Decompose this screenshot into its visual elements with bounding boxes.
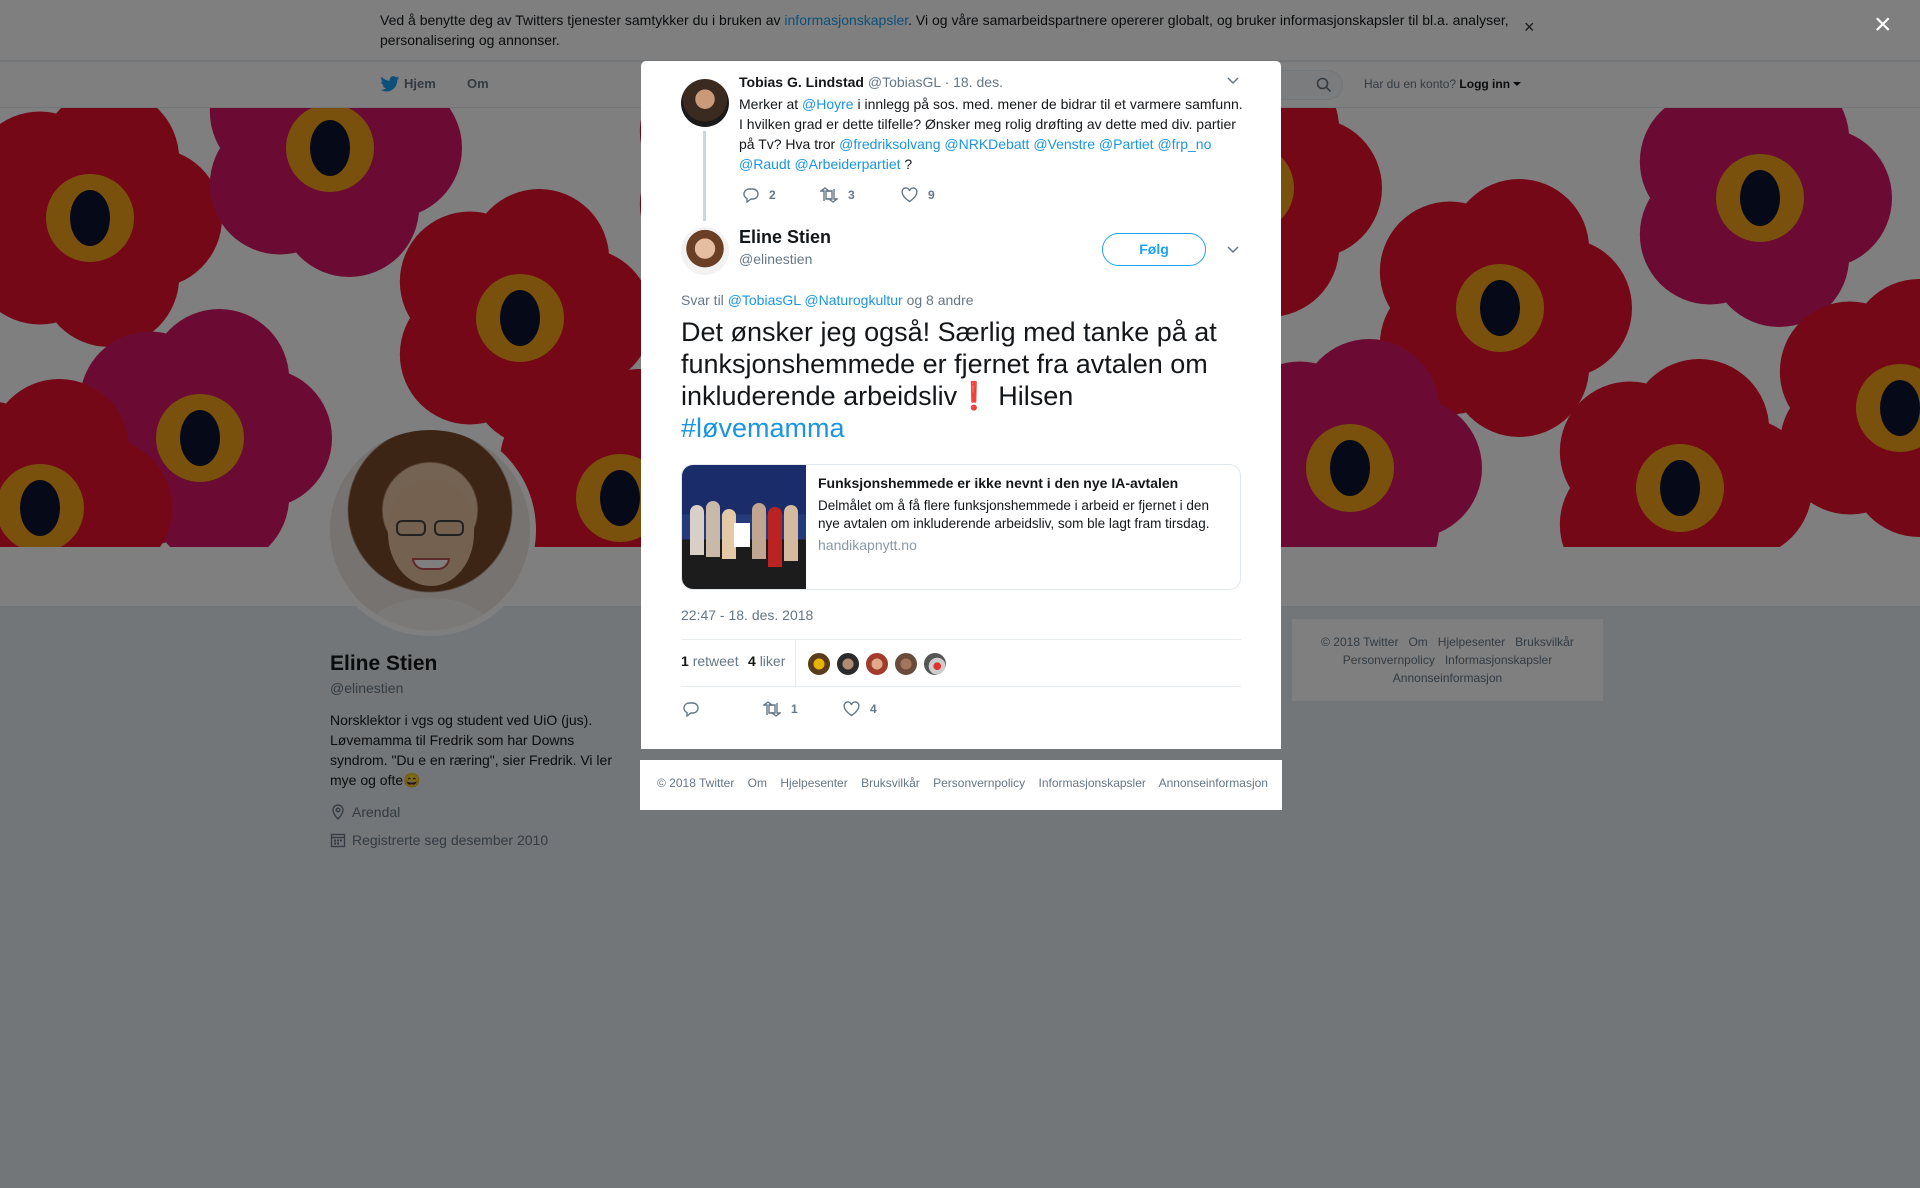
- parent-tweet-header: Tobias G. Lindstad @TobiasGL · 18. des.: [739, 74, 1003, 90]
- reply-context: Svar til @TobiasGL @Naturogkultur og 8 a…: [681, 292, 974, 308]
- link-card-title: Funksjonshemmede er ikke nevnt i den nye…: [818, 475, 1179, 491]
- tweet-author-name[interactable]: Eline Stien: [739, 227, 831, 248]
- mention-link[interactable]: @frp_no: [1157, 136, 1211, 152]
- tweet-text-end: Hilsen: [990, 381, 1074, 411]
- pt-text-3: ?: [900, 156, 913, 172]
- link-card[interactable]: Funksjonshemmede er ikke nevnt i den nye…: [681, 464, 1241, 590]
- mention-link[interactable]: @Raudt: [739, 156, 791, 172]
- reply-to-others[interactable]: og 8 andre: [903, 292, 974, 308]
- mention-link[interactable]: @Arbeiderpartiet: [794, 156, 900, 172]
- pt-text-1: Merker at: [739, 96, 803, 112]
- tweet-text-body: Det ønsker jeg også! Særlig med tanke på…: [681, 317, 1217, 411]
- retweet-icon: [761, 701, 783, 717]
- liker-avatar[interactable]: [865, 652, 889, 676]
- reply-icon: [743, 188, 759, 204]
- parent-tweet-handle[interactable]: @TobiasGL: [868, 74, 941, 90]
- like-count: 4: [870, 702, 877, 716]
- chevron-down-icon[interactable]: [1227, 246, 1239, 254]
- tweet-text: Det ønsker jeg også! Særlig med tanke på…: [681, 316, 1241, 444]
- retweet-stat-label: retweet: [692, 653, 739, 669]
- retweet-icon: [818, 187, 840, 203]
- parent-tweet-avatar[interactable]: [681, 79, 729, 127]
- link-card-image: [682, 465, 806, 589]
- like-stat-label: liker: [759, 653, 786, 669]
- close-modal-button[interactable]: ×: [1874, 10, 1892, 40]
- retweet-stat-count: 1: [681, 653, 689, 669]
- like-stat[interactable]: 4 liker: [748, 653, 785, 669]
- footer-link-about[interactable]: Om: [748, 776, 767, 790]
- mention-link[interactable]: @Hoyre: [802, 96, 854, 112]
- reply-to-label: Svar til: [681, 292, 728, 308]
- tweet-modal: Tobias G. Lindstad @TobiasGL · 18. des. …: [641, 61, 1281, 749]
- footer-link-terms[interactable]: Bruksvilkår: [861, 776, 920, 790]
- tweet-author-avatar[interactable]: [681, 227, 729, 275]
- parent-retweet-action[interactable]: 3: [818, 187, 855, 203]
- tweet-author-handle[interactable]: @elinestien: [739, 251, 812, 267]
- liker-avatar[interactable]: [836, 652, 860, 676]
- reply-icon: [683, 702, 699, 718]
- chevron-down-icon[interactable]: [1227, 77, 1239, 85]
- tweet-timestamp[interactable]: 22:47 - 18. des. 2018: [681, 607, 813, 623]
- parent-reply-action[interactable]: 2: [743, 187, 776, 204]
- retweet-stat[interactable]: 1 retweet: [681, 653, 739, 669]
- modal-footer: © 2018 Twitter Om Hjelpesenter Bruksvilk…: [640, 760, 1282, 810]
- parent-tweet-date[interactable]: · 18. des.: [945, 74, 1003, 90]
- footer-copyright: © 2018 Twitter: [657, 776, 735, 790]
- hashtag-link[interactable]: #løvemamma: [681, 413, 845, 443]
- link-card-domain: handikapnytt.no: [818, 537, 917, 553]
- reply-to-mention[interactable]: @TobiasGL: [728, 292, 801, 308]
- footer-link-privacy[interactable]: Personvernpolicy: [933, 776, 1025, 790]
- stat-divider: [795, 640, 796, 686]
- parent-retweet-count: 3: [848, 188, 855, 202]
- mention-link[interactable]: @Partiet: [1099, 136, 1154, 152]
- parent-reply-count: 2: [769, 188, 776, 202]
- divider: [681, 686, 1241, 687]
- like-action[interactable]: 4: [843, 701, 877, 717]
- thread-line: [703, 131, 706, 221]
- parent-like-action[interactable]: 9: [901, 187, 935, 203]
- retweet-action[interactable]: 1: [761, 701, 798, 717]
- heart-icon: [843, 701, 860, 717]
- footer-link-ads[interactable]: Annonseinformasjon: [1159, 776, 1268, 790]
- follow-button[interactable]: Følg: [1102, 233, 1206, 266]
- parent-tweet-name[interactable]: Tobias G. Lindstad: [739, 74, 864, 90]
- divider: [681, 639, 1241, 640]
- link-card-description: Delmålet om å få flere funksjonshemmede …: [818, 498, 1210, 531]
- parent-tweet-text: Merker at @Hoyre i innlegg på sos. med. …: [739, 94, 1244, 174]
- reply-to-mention[interactable]: @Naturogkultur: [804, 292, 902, 308]
- heart-icon: [901, 187, 918, 203]
- like-stat-count: 4: [748, 653, 756, 669]
- footer-link-help[interactable]: Hjelpesenter: [780, 776, 847, 790]
- exclamation-emoji-icon: ❗: [957, 381, 991, 411]
- footer-link-cookies[interactable]: Informasjonskapsler: [1039, 776, 1146, 790]
- liker-avatar[interactable]: [923, 652, 947, 676]
- mention-link[interactable]: @fredriksolvang: [839, 136, 940, 152]
- mention-link[interactable]: @Venstre: [1033, 136, 1095, 152]
- liker-avatar[interactable]: [894, 652, 918, 676]
- mention-link[interactable]: @NRKDebatt: [944, 136, 1029, 152]
- retweet-count: 1: [791, 702, 798, 716]
- liker-avatar[interactable]: [807, 652, 831, 676]
- reply-action[interactable]: [683, 701, 709, 718]
- parent-like-count: 9: [928, 188, 935, 202]
